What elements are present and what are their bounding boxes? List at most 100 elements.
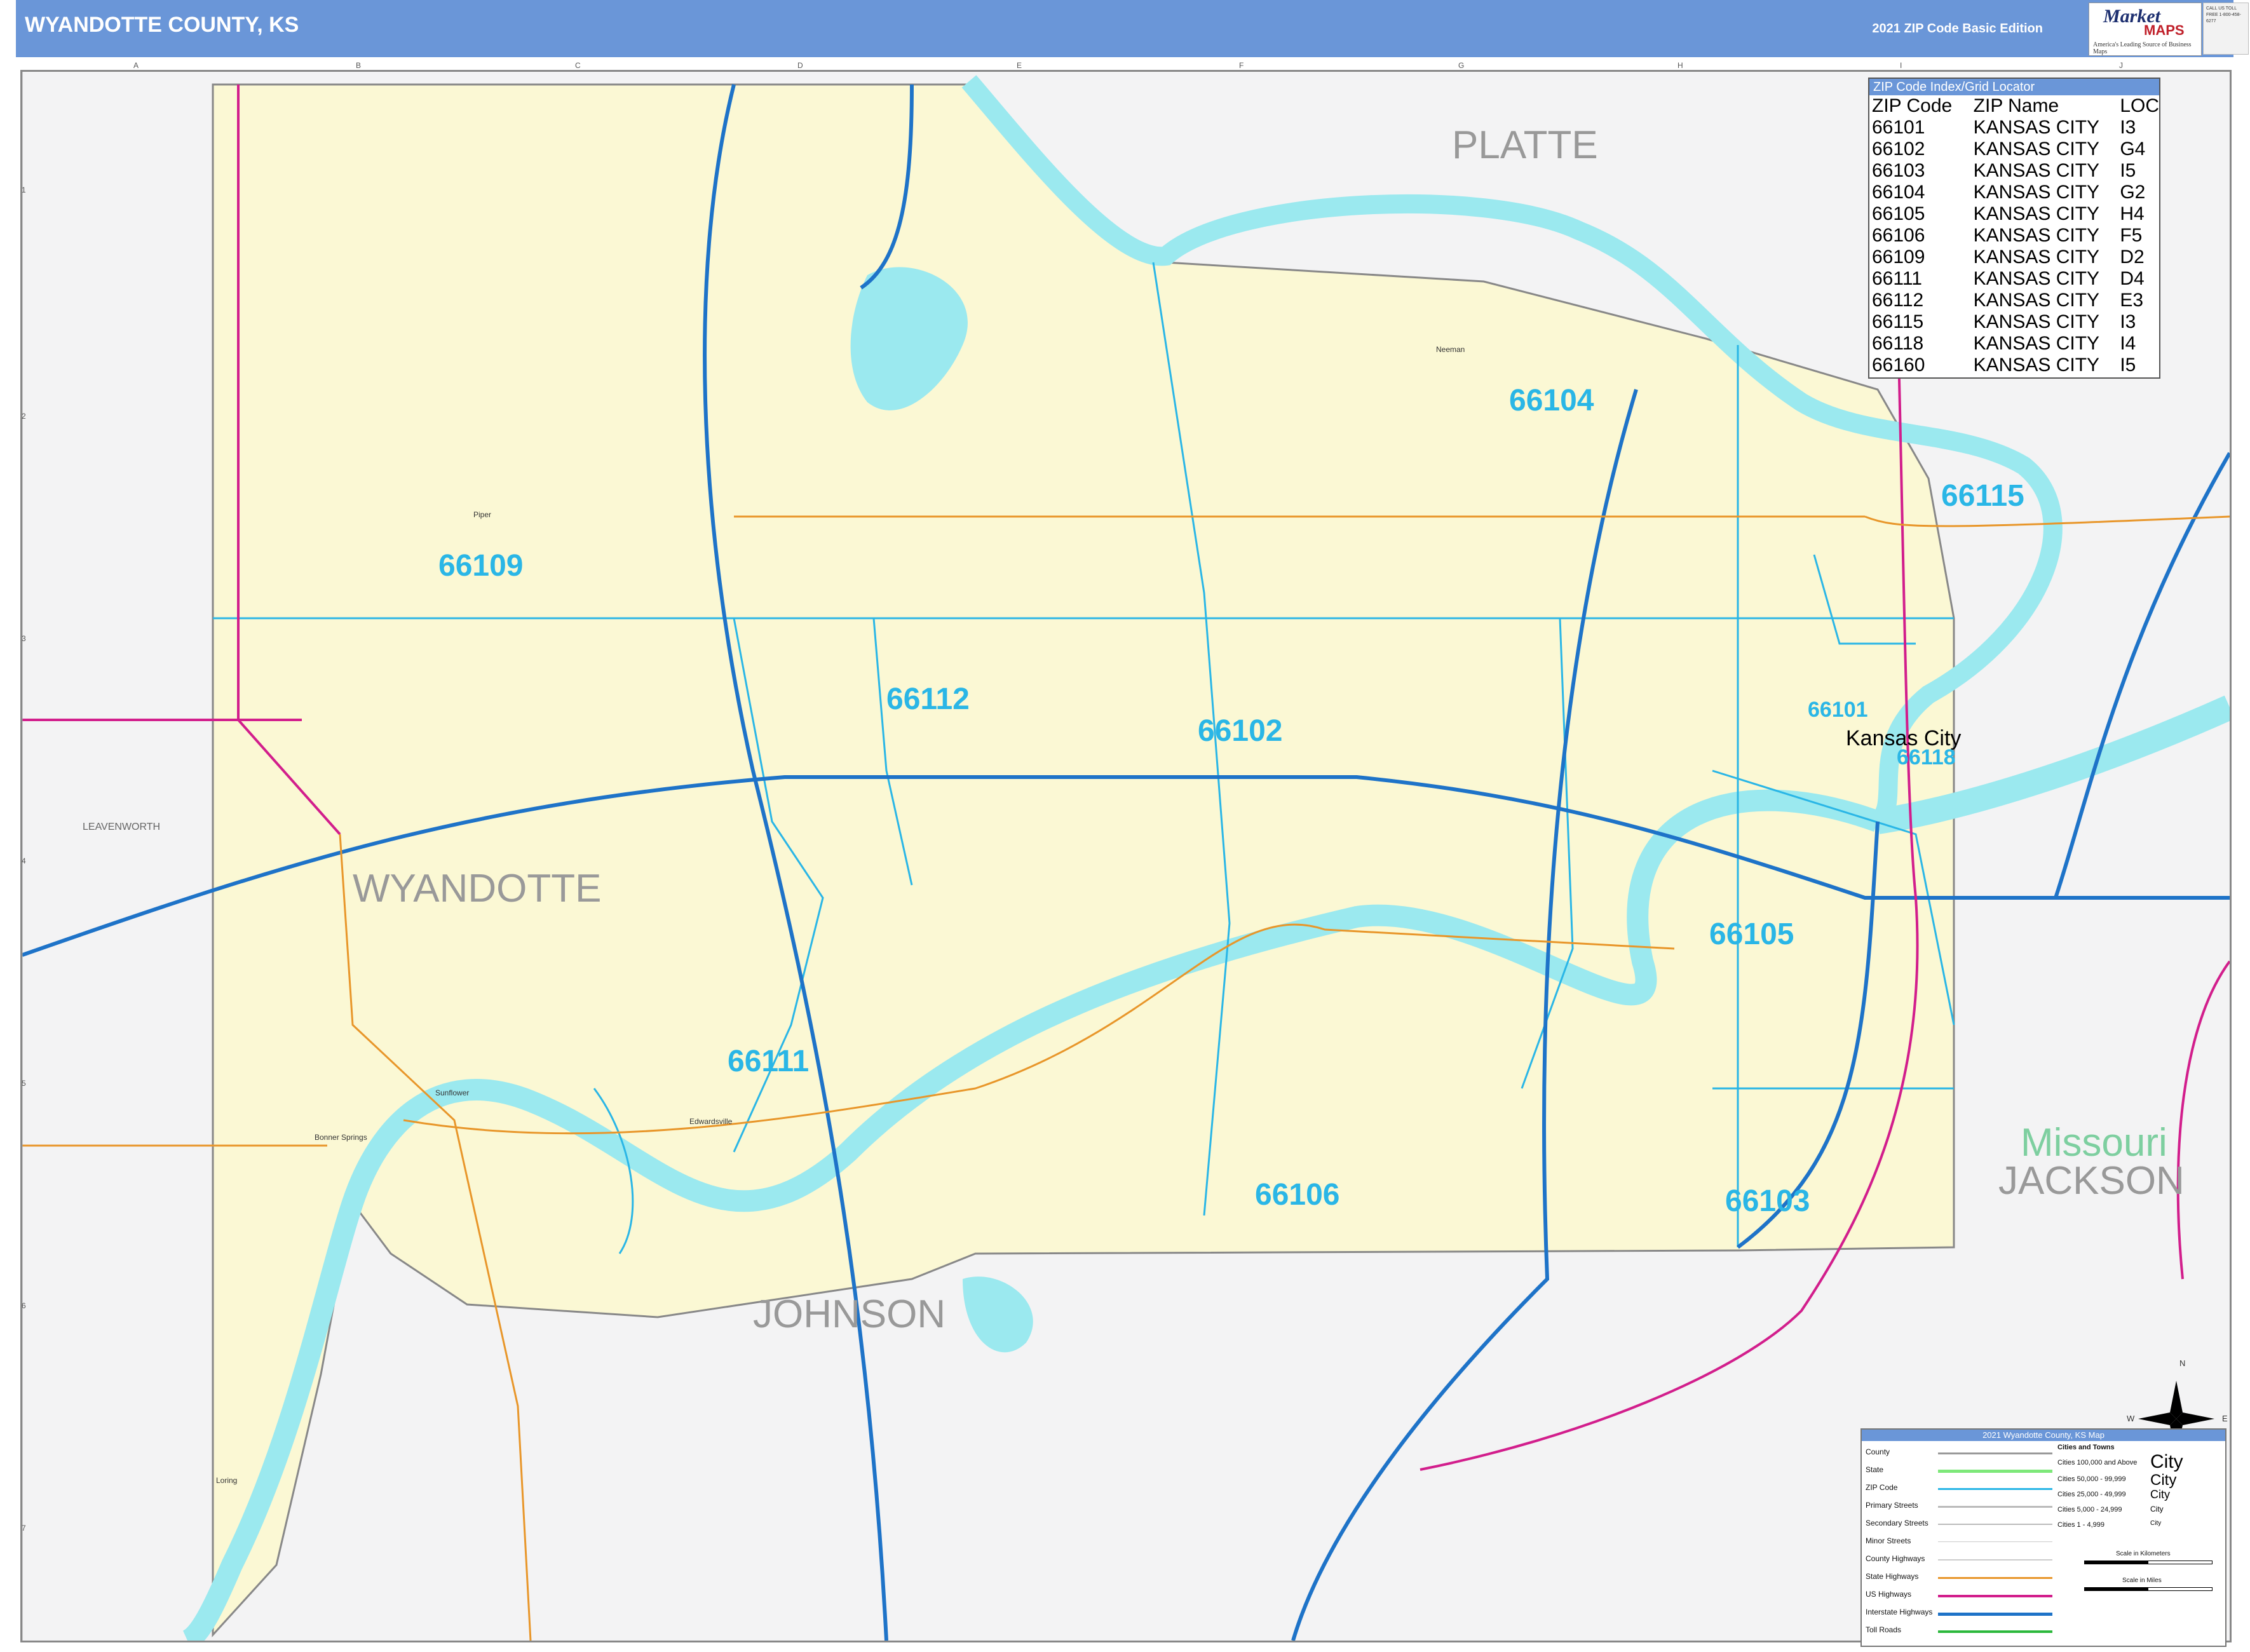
zip-label-66109: 66109 bbox=[438, 549, 524, 583]
legend-item-county-hwy: County Highways bbox=[1866, 1554, 1925, 1563]
legend-cities-title: Cities and Towns bbox=[2057, 1444, 2115, 1451]
legend-line-us-hwy bbox=[1938, 1595, 2052, 1597]
legend-city-sample-3: City bbox=[2150, 1488, 2170, 1501]
name-cell: KANSAS CITY bbox=[1973, 203, 2100, 224]
legend-item-minor: Minor Streets bbox=[1866, 1536, 1911, 1545]
grid-col-j: J bbox=[2119, 61, 2123, 70]
legend-item-interstate: Interstate Highways bbox=[1866, 1608, 1933, 1616]
zip-label-66103: 66103 bbox=[1725, 1184, 1810, 1218]
grid-row-2: 2 bbox=[22, 412, 26, 421]
grid-col-h: H bbox=[1677, 61, 1683, 70]
col-header-zip: ZIP Code bbox=[1872, 95, 1953, 116]
legend-item-county: County bbox=[1866, 1447, 1890, 1456]
zip-cell: 66103 bbox=[1872, 160, 1925, 181]
grid-col-a: A bbox=[133, 61, 139, 70]
legend-line-secondary bbox=[1938, 1524, 2052, 1525]
name-cell: KANSAS CITY bbox=[1973, 311, 2100, 332]
grid-col-e: E bbox=[1017, 61, 1022, 70]
name-cell: KANSAS CITY bbox=[1973, 225, 2100, 246]
zip-cell: 66105 bbox=[1872, 203, 1925, 224]
legend-line-county bbox=[1938, 1452, 2052, 1454]
zip-label-66104: 66104 bbox=[1509, 384, 1594, 417]
legend-item-primary: Primary Streets bbox=[1866, 1501, 1918, 1510]
name-cell: KANSAS CITY bbox=[1973, 268, 2100, 289]
grid-row-6: 6 bbox=[22, 1301, 26, 1310]
zip-label-66111: 66111 bbox=[728, 1045, 810, 1078]
logo-contact: CALL US TOLL FREE 1-800-458-6277 bbox=[2203, 3, 2249, 55]
loc-cell: I5 bbox=[2120, 355, 2136, 376]
legend-scale-mi-bar bbox=[2084, 1587, 2213, 1591]
legend-line-minor bbox=[1938, 1541, 2052, 1542]
legend-item-us-hwy: US Highways bbox=[1866, 1590, 1912, 1599]
table-row: 66160 KANSAS CITY I5 bbox=[1872, 355, 2159, 376]
grid-col-g: G bbox=[1458, 61, 1465, 70]
place-label-bonner-springs: Bonner Springs bbox=[315, 1133, 367, 1142]
zip-label-66118: 66118 bbox=[1897, 745, 1956, 769]
zip-cell: 66104 bbox=[1872, 182, 1925, 203]
county-label-leavenworth: LEAVENWORTH bbox=[83, 822, 161, 832]
county-label-wyandotte: WYANDOTTE bbox=[353, 867, 602, 911]
loc-cell: F5 bbox=[2120, 225, 2143, 246]
name-cell: KANSAS CITY bbox=[1973, 333, 2100, 354]
table-row: 66101 KANSAS CITY I3 bbox=[1872, 117, 2159, 139]
name-cell: KANSAS CITY bbox=[1973, 247, 2100, 267]
legend-line-interstate bbox=[1938, 1613, 2052, 1616]
col-header-loc: LOC bbox=[2120, 95, 2159, 116]
loc-cell: G4 bbox=[2120, 139, 2146, 159]
johnson-lake bbox=[963, 1276, 1033, 1353]
grid-col-f: F bbox=[1239, 61, 1244, 70]
zip-cell: 66160 bbox=[1872, 355, 1925, 376]
zip-label-66102: 66102 bbox=[1198, 714, 1283, 748]
edition-label: 2021 ZIP Code Basic Edition bbox=[1872, 22, 2043, 36]
zip-cell: 66101 bbox=[1872, 117, 1925, 138]
zip-cell: 66111 bbox=[1872, 268, 1922, 289]
logo-brand-bottom: MAPS bbox=[2144, 22, 2185, 38]
table-row: 66103 KANSAS CITY I5 bbox=[1872, 160, 2159, 182]
legend-city-sample-1: City bbox=[2150, 1451, 2183, 1472]
place-label-edwardsville: Edwardsville bbox=[689, 1117, 733, 1126]
table-row: 66105 KANSAS CITY H4 bbox=[1872, 203, 2159, 225]
legend-city-class-1: Cities 100,000 and Above bbox=[2057, 1459, 2138, 1466]
zip-index-title: ZIP Code Index/Grid Locator bbox=[1869, 79, 2159, 95]
legend-line-primary bbox=[1938, 1506, 2052, 1508]
zip-index-header-row: ZIP Code ZIP Name LOC bbox=[1872, 95, 2159, 117]
legend-line-zip bbox=[1938, 1488, 2052, 1490]
place-label-loring: Loring bbox=[216, 1476, 238, 1485]
compass-w: W bbox=[2127, 1414, 2135, 1423]
zip-label-66112: 66112 bbox=[886, 682, 970, 716]
legend-line-state bbox=[1938, 1470, 2052, 1473]
compass-e: E bbox=[2222, 1414, 2228, 1423]
zip-cell: 66118 bbox=[1872, 333, 1924, 354]
zip-label-66115: 66115 bbox=[1941, 479, 2024, 513]
loc-cell: I3 bbox=[2120, 311, 2136, 332]
zip-cell: 66109 bbox=[1872, 247, 1925, 267]
place-label-sunflower: Sunflower bbox=[435, 1088, 470, 1097]
name-cell: KANSAS CITY bbox=[1973, 139, 2100, 159]
legend-city-sample-5: City bbox=[2150, 1520, 2162, 1527]
table-row: 66109 KANSAS CITY D2 bbox=[1872, 247, 2159, 268]
state-label-missouri: Missouri bbox=[2021, 1121, 2167, 1165]
zip-cell: 66102 bbox=[1872, 139, 1925, 159]
legend-city-sample-2: City bbox=[2150, 1472, 2177, 1489]
legend-city-sample-4: City bbox=[2150, 1505, 2164, 1513]
table-row: 66115 KANSAS CITY I3 bbox=[1872, 311, 2159, 333]
grid-col-d: D bbox=[797, 61, 803, 70]
table-row: 66106 KANSAS CITY F5 bbox=[1872, 225, 2159, 247]
place-label-neeman: Neeman bbox=[1436, 345, 1465, 354]
table-row: 66118 KANSAS CITY I4 bbox=[1872, 333, 2159, 355]
zip-label-66101: 66101 bbox=[1808, 698, 1868, 722]
grid-row-5: 5 bbox=[22, 1079, 26, 1088]
place-label-piper: Piper bbox=[473, 510, 492, 519]
legend-item-state: State bbox=[1866, 1465, 1884, 1474]
zip-cell: 66115 bbox=[1872, 311, 1924, 332]
map-legend: 2021 Wyandotte County, KS Map County Sta… bbox=[1860, 1428, 2226, 1647]
zip-label-66105: 66105 bbox=[1709, 917, 1794, 951]
legend-item-toll: Toll Roads bbox=[1866, 1625, 1902, 1634]
table-row: 66104 KANSAS CITY G2 bbox=[1872, 182, 2159, 203]
zip-code-index: ZIP Code Index/Grid Locator ZIP Code ZIP… bbox=[1868, 78, 2160, 379]
legend-city-class-5: Cities 1 - 4,999 bbox=[2057, 1521, 2104, 1529]
county-label-johnson: JOHNSON bbox=[753, 1292, 946, 1336]
legend-line-state-hwy bbox=[1938, 1577, 2052, 1579]
name-cell: KANSAS CITY bbox=[1973, 182, 2100, 203]
legend-city-class-4: Cities 5,000 - 24,999 bbox=[2057, 1506, 2122, 1513]
